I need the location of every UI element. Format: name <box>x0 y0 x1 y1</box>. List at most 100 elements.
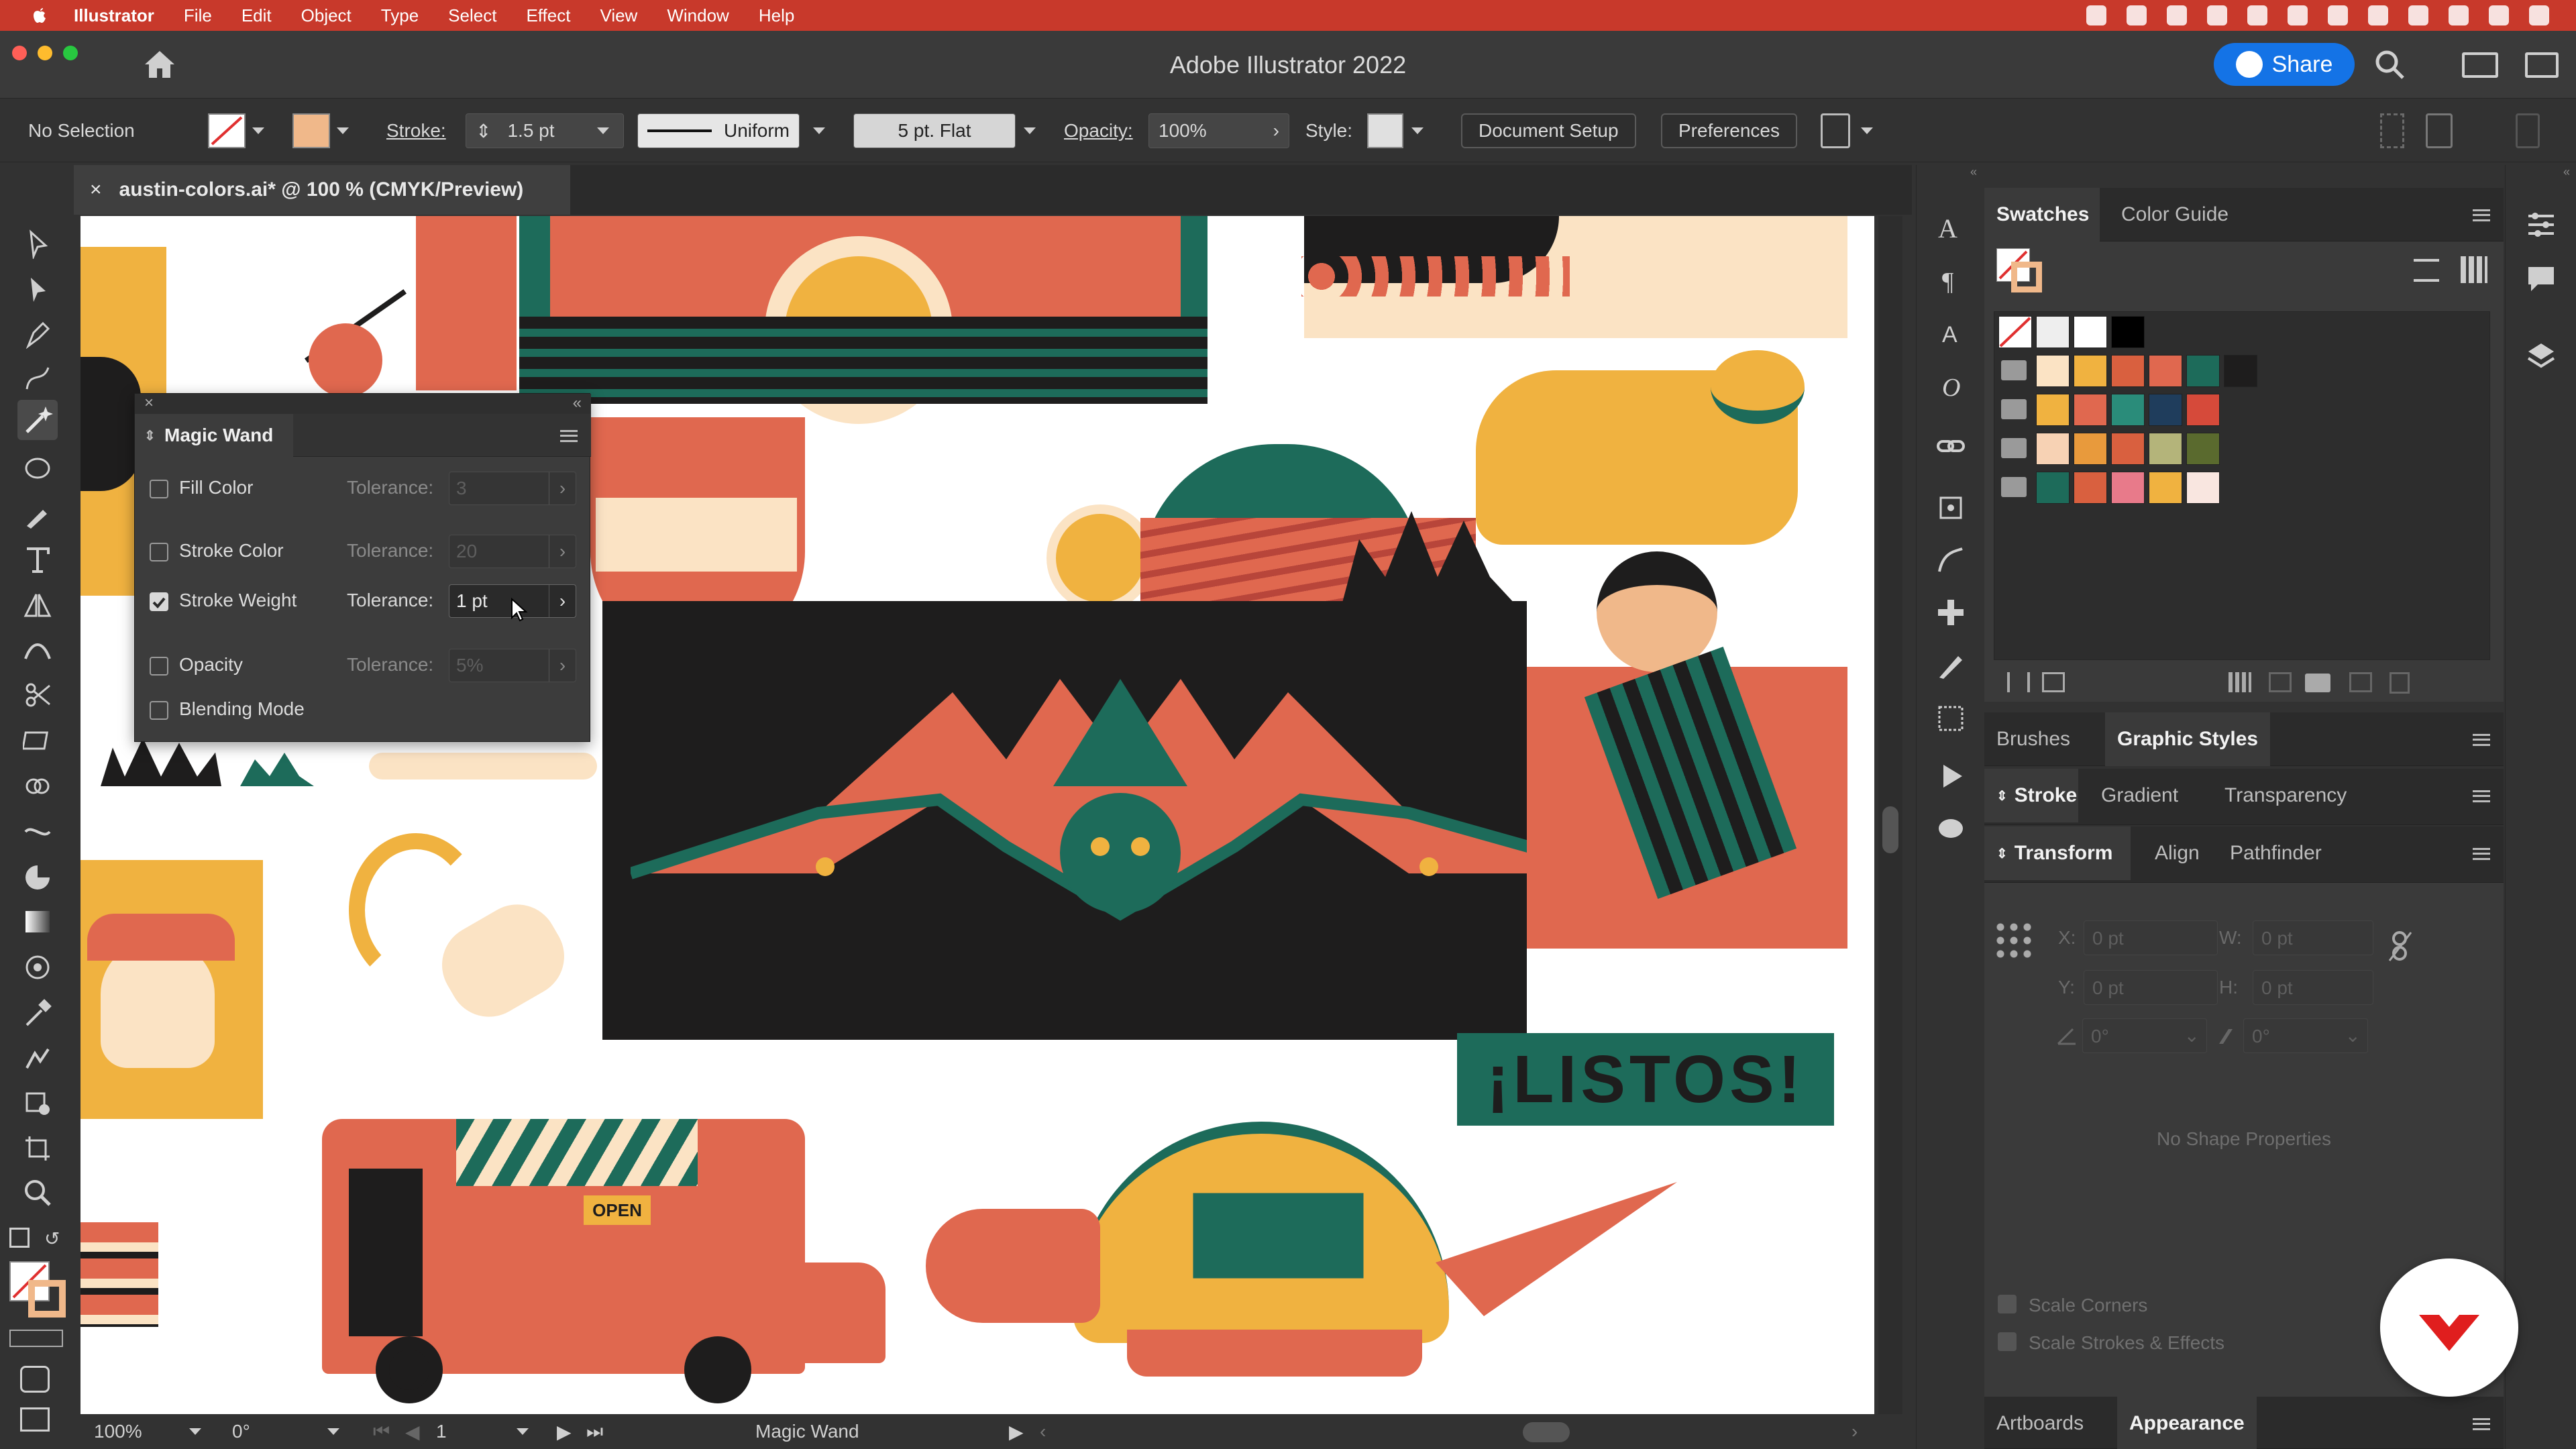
pen-tool-icon[interactable] <box>23 319 52 349</box>
links-panel-icon[interactable] <box>1935 431 1966 462</box>
profile-dropdown[interactable] <box>813 113 825 148</box>
adobe-tray-icon[interactable] <box>2086 5 2106 25</box>
swatch-olive[interactable] <box>2149 433 2182 465</box>
spotlight-icon[interactable] <box>2408 5 2428 25</box>
show-kinds-icon[interactable] <box>2042 672 2065 692</box>
menu-select[interactable]: Select <box>448 5 496 26</box>
brush-definition[interactable]: 5 pt. Flat <box>853 113 1016 148</box>
arrange-dropdown[interactable] <box>1861 113 1873 148</box>
siri-icon[interactable] <box>2489 5 2509 25</box>
opentype-panel-icon[interactable]: O <box>1935 370 1966 401</box>
sync-icon[interactable] <box>2167 5 2187 25</box>
stroke-swatch[interactable] <box>292 113 330 148</box>
eyedropper-tool-icon[interactable] <box>23 998 52 1028</box>
swatch-teal[interactable] <box>2111 394 2145 426</box>
swatch-salmon[interactable] <box>2074 394 2107 426</box>
magic-wand-tool[interactable] <box>17 400 58 440</box>
opacity-arrow-icon[interactable]: › <box>1273 120 1279 142</box>
swatch-white[interactable] <box>2074 316 2107 348</box>
fill-color-tolerance-field[interactable]: 3 › <box>449 472 576 505</box>
stroke-color-tolerance-field[interactable]: 20 › <box>449 535 576 568</box>
stroke-menu-icon[interactable] <box>2473 790 2490 802</box>
swatches-stroke-indicator[interactable] <box>2011 262 2042 292</box>
curvature-tool-icon[interactable] <box>23 364 52 393</box>
appearance-menu-icon[interactable] <box>2473 1418 2490 1430</box>
transform-icon[interactable] <box>2426 113 2453 148</box>
last-artboard-icon[interactable]: ⏭ <box>586 1419 603 1444</box>
status-menu-arrow-icon[interactable]: ▶ <box>1009 1419 1024 1444</box>
scale-corners-checkbox[interactable] <box>1998 1295 2017 1313</box>
style-dropdown[interactable] <box>1411 113 1424 148</box>
stroke-label[interactable]: Stroke: <box>386 113 446 148</box>
swap-colors-icon[interactable]: ↺ <box>44 1228 64 1249</box>
scale-strokes-checkbox[interactable] <box>1998 1332 2017 1351</box>
rotation-dropdown[interactable] <box>327 1419 339 1444</box>
graphic-style-swatch[interactable] <box>1367 113 1403 148</box>
artboard-tool-icon[interactable] <box>23 1134 52 1163</box>
swatch-moss[interactable] <box>2186 433 2220 465</box>
menu-window[interactable]: Window <box>667 5 729 26</box>
swatches-menu-icon[interactable] <box>2473 209 2490 221</box>
reflect-tool-icon[interactable] <box>23 590 52 620</box>
swatch-group-folder-icon[interactable] <box>2001 477 2027 497</box>
selection-tool-icon[interactable] <box>23 229 52 259</box>
apple-logo-icon[interactable] <box>24 5 55 25</box>
swatch-brick[interactable] <box>2074 472 2107 504</box>
swatch-green[interactable] <box>2186 355 2220 387</box>
tab-transform[interactable]: ⇕ Transform <box>1984 826 2131 880</box>
scissors-tool-icon[interactable] <box>23 680 52 710</box>
tab-artboards[interactable]: Artboards <box>1984 1397 2096 1449</box>
variables-panel-icon[interactable] <box>1935 813 1966 844</box>
document-tab[interactable]: × austin-colors.ai* @ 100 % (CMYK/Previe… <box>74 165 570 215</box>
puppet-warp-tool-icon[interactable] <box>23 1044 52 1073</box>
swatch-yellow[interactable] <box>2074 355 2107 387</box>
menu-edit[interactable]: Edit <box>241 5 272 26</box>
opacity-checkbox[interactable] <box>150 657 168 676</box>
opacity-field[interactable]: 100% › <box>1148 113 1289 148</box>
w-field[interactable]: 0 pt <box>2253 920 2373 955</box>
first-artboard-icon[interactable]: ⏮ <box>373 1419 390 1444</box>
zoom-tool-icon[interactable] <box>23 1178 52 1208</box>
graph-panel-icon[interactable] <box>1935 545 1966 576</box>
grid-view-icon[interactable] <box>2461 256 2487 283</box>
preferences-button[interactable]: Preferences <box>1661 113 1797 148</box>
swatch-black[interactable] <box>2111 316 2145 348</box>
arrange-documents-icon[interactable] <box>1821 113 1850 148</box>
document-setup-button[interactable]: Document Setup <box>1461 113 1636 148</box>
artboard-number[interactable]: 1 <box>436 1419 447 1444</box>
delete-swatch-icon[interactable] <box>2390 672 2410 694</box>
swatch-rust[interactable] <box>2111 433 2145 465</box>
tab-color-guide[interactable]: Color Guide <box>2109 188 2241 241</box>
new-color-group-icon[interactable] <box>2269 672 2292 692</box>
rotation-value[interactable]: 0° <box>232 1419 250 1444</box>
tab-align[interactable]: Align <box>2143 826 2212 880</box>
control-center-icon[interactable] <box>2449 5 2469 25</box>
symbol-sprayer-tool-icon[interactable] <box>23 953 52 982</box>
paintbrush-tool-icon[interactable] <box>23 500 52 530</box>
tab-transparency[interactable]: Transparency <box>2212 769 2359 822</box>
swatch-options-icon[interactable] <box>2229 672 2251 692</box>
strip-collapse-icon[interactable]: « <box>1917 165 1984 178</box>
next-artboard-icon[interactable]: ▶ <box>557 1419 572 1444</box>
swatch-cream[interactable] <box>2036 355 2070 387</box>
comments-panel-icon[interactable] <box>2526 263 2557 294</box>
menu-view[interactable]: View <box>600 5 637 26</box>
brush-dropdown[interactable] <box>1024 113 1036 148</box>
menu-help[interactable]: Help <box>759 5 794 26</box>
ellipse-tool-icon[interactable] <box>23 453 52 483</box>
far-strip-collapse-icon[interactable]: « <box>2506 165 2576 178</box>
swatch-none[interactable] <box>1998 316 2032 348</box>
slice-tool-icon[interactable] <box>23 1088 52 1118</box>
blend-tool-icon[interactable] <box>23 817 52 847</box>
direct-selection-tool-icon[interactable] <box>23 275 52 305</box>
wifi-icon[interactable] <box>2328 5 2348 25</box>
artboard-dropdown[interactable] <box>517 1419 529 1444</box>
stroke-swatch-dropdown[interactable] <box>337 113 349 148</box>
actions-play-icon[interactable] <box>1935 761 1966 792</box>
swatch-gold[interactable] <box>2036 394 2070 426</box>
color-mode-icons[interactable] <box>9 1330 63 1347</box>
image-trace-icon[interactable] <box>1935 703 1966 734</box>
menu-type[interactable]: Type <box>381 5 419 26</box>
screen-mode-icon[interactable] <box>20 1407 50 1432</box>
menu-object[interactable]: Object <box>301 5 352 26</box>
